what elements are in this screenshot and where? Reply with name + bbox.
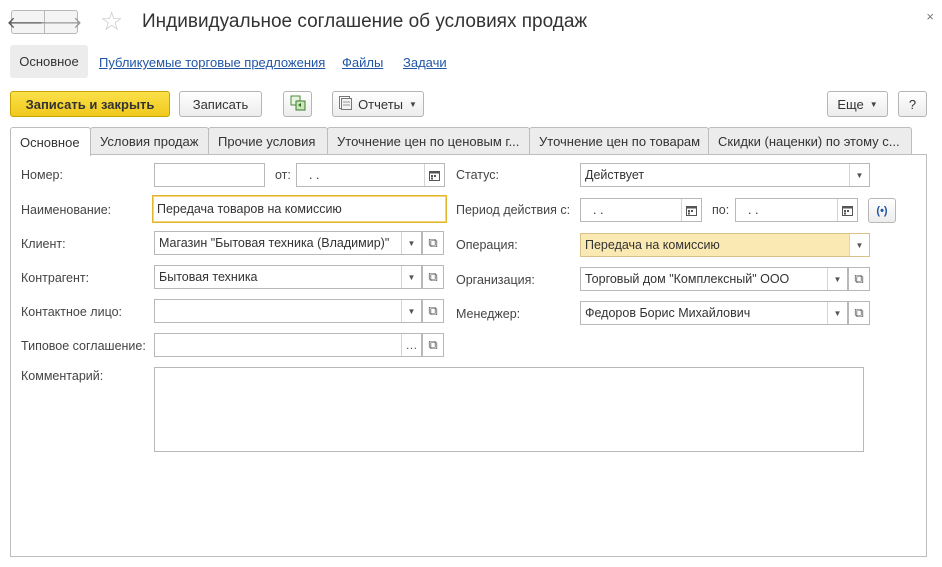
structure-button[interactable]: [283, 91, 312, 117]
contact-field[interactable]: ▼: [154, 299, 422, 323]
ellipsis-icon[interactable]: …: [401, 334, 421, 356]
chevron-down-icon[interactable]: ▼: [401, 232, 421, 254]
period-from-field[interactable]: . .: [580, 198, 702, 222]
from-label: от:: [275, 168, 291, 182]
name-field[interactable]: Передача товаров на комиссию: [152, 195, 447, 223]
tab-sales-conditions[interactable]: Условия продаж: [90, 127, 209, 155]
operation-field[interactable]: Передача на комиссию ▼: [580, 233, 870, 257]
favorite-star-icon[interactable]: ☆: [100, 6, 123, 36]
chevron-down-icon[interactable]: ▼: [401, 300, 421, 322]
open-manager-button[interactable]: ⧉: [848, 301, 870, 325]
open-window-icon: ⧉: [428, 235, 438, 250]
chevron-down-icon[interactable]: ▼: [849, 164, 869, 186]
save-and-close-button[interactable]: Записать и закрыть: [10, 91, 170, 117]
open-template-button[interactable]: ⧉: [422, 333, 444, 357]
organization-field[interactable]: Торговый дом "Комплексный" ООО ▼: [580, 267, 848, 291]
open-contact-button[interactable]: ⧉: [422, 299, 444, 323]
chevron-down-icon[interactable]: ▼: [827, 302, 847, 324]
number-field[interactable]: [154, 163, 265, 187]
manager-label: Менеджер:: [456, 307, 521, 321]
forward-button[interactable]: 🡒: [40, 10, 82, 34]
chevron-down-icon[interactable]: ▼: [849, 234, 869, 256]
calendar-icon[interactable]: [681, 199, 701, 221]
date-field[interactable]: . .: [296, 163, 445, 187]
open-window-icon: ⧉: [428, 269, 438, 284]
client-field[interactable]: Магазин "Бытовая техника (Владимир)" ▼: [154, 231, 422, 255]
manager-field[interactable]: Федоров Борис Михайлович ▼: [580, 301, 848, 325]
more-button[interactable]: Еще ▼: [827, 91, 888, 117]
counterparty-field[interactable]: Бытовая техника ▼: [154, 265, 422, 289]
tab-discounts[interactable]: Скидки (наценки) по этому с...: [708, 127, 912, 155]
chevron-down-icon[interactable]: ▼: [827, 268, 847, 290]
template-label: Типовое соглашение:: [21, 339, 146, 353]
nav-link-files[interactable]: Файлы: [342, 55, 383, 70]
reports-icon: [339, 95, 353, 113]
organization-label: Организация:: [456, 273, 535, 287]
chevron-down-icon: ▼: [869, 99, 878, 109]
chevron-down-icon[interactable]: ▼: [401, 266, 421, 288]
open-window-icon: ⧉: [428, 337, 438, 352]
nav-link-tasks[interactable]: Задачи: [403, 55, 447, 70]
comment-label: Комментарий:: [21, 369, 104, 383]
calendar-icon[interactable]: [837, 199, 857, 221]
number-label: Номер:: [21, 168, 63, 182]
nav-link-published-offers[interactable]: Публикуемые торговые предложения: [99, 55, 325, 70]
reports-label: Отчеты: [358, 96, 403, 112]
open-window-icon: ⧉: [854, 305, 864, 320]
contact-label: Контактное лицо:: [21, 305, 123, 319]
nav-main[interactable]: Основное: [10, 45, 88, 78]
close-icon[interactable]: ×: [926, 9, 934, 24]
open-counterparty-button[interactable]: ⧉: [422, 265, 444, 289]
window-title: Индивидуальное соглашение об условиях пр…: [142, 11, 588, 32]
save-button[interactable]: Записать: [179, 91, 262, 117]
operation-label: Операция:: [456, 238, 518, 252]
counterparty-label: Контрагент:: [21, 271, 90, 285]
open-window-icon: ⧉: [854, 271, 864, 286]
status-label: Статус:: [456, 168, 499, 182]
tab-other-conditions[interactable]: Прочие условия: [208, 127, 328, 155]
template-field[interactable]: …: [154, 333, 422, 357]
status-field[interactable]: Действует ▼: [580, 163, 870, 187]
reports-button[interactable]: Отчеты ▼: [332, 91, 424, 117]
name-label: Наименование:: [21, 203, 112, 217]
help-button[interactable]: ?: [898, 91, 927, 117]
period-to-label: по:: [712, 203, 730, 217]
tab-main[interactable]: Основное: [10, 127, 91, 156]
chevron-down-icon: ▼: [409, 99, 417, 109]
period-to-field[interactable]: . .: [735, 198, 858, 222]
arrow-right-icon: 🡒: [39, 14, 83, 32]
client-label: Клиент:: [21, 237, 66, 251]
comment-field[interactable]: [154, 367, 864, 452]
tab-product-prices[interactable]: Уточнение цен по товарам: [529, 127, 709, 155]
period-select-button[interactable]: (•): [868, 198, 896, 223]
open-window-icon: ⧉: [428, 303, 438, 318]
period-label: Период действия с:: [456, 203, 571, 217]
period-icon: (•): [876, 204, 888, 217]
tab-price-groups[interactable]: Уточнение цен по ценовым г...: [327, 127, 530, 155]
open-organization-button[interactable]: ⧉: [848, 267, 870, 291]
open-client-button[interactable]: ⧉: [422, 231, 444, 255]
document-structure-icon: [290, 95, 306, 114]
calendar-icon[interactable]: [424, 164, 444, 186]
more-label: Еще: [837, 96, 864, 112]
